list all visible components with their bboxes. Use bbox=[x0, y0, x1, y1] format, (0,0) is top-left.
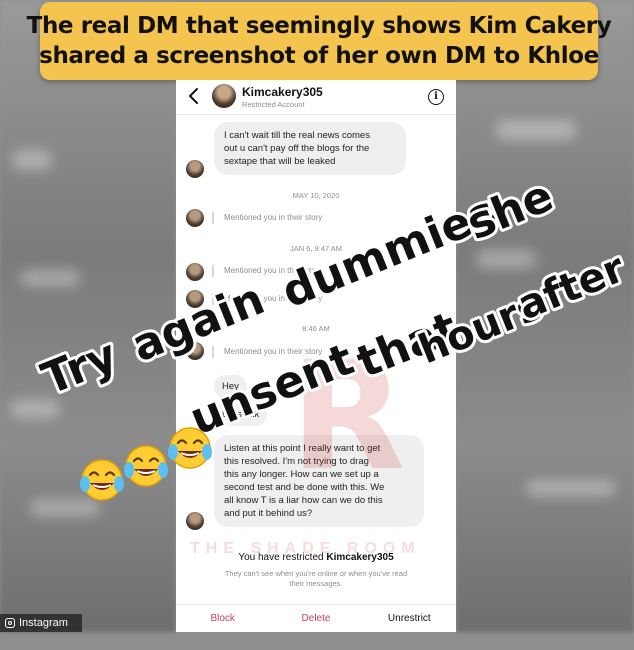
emoji-group bbox=[78, 424, 238, 504]
caption-word: again bbox=[125, 273, 271, 372]
instagram-credit: Instagram bbox=[0, 614, 82, 632]
face-with-tears-of-joy-icon bbox=[124, 445, 168, 487]
caption-word: after bbox=[512, 245, 632, 329]
caption-word: she bbox=[460, 170, 560, 250]
instagram-credit-label: Instagram bbox=[19, 617, 68, 629]
overlay-caption: Try again dummies she unsent that hours … bbox=[32, 167, 634, 448]
face-with-tears-of-joy-icon bbox=[168, 427, 212, 469]
caption-word: Try bbox=[35, 330, 124, 406]
face-with-tears-of-joy-icon bbox=[80, 459, 124, 501]
instagram-icon bbox=[5, 618, 15, 628]
